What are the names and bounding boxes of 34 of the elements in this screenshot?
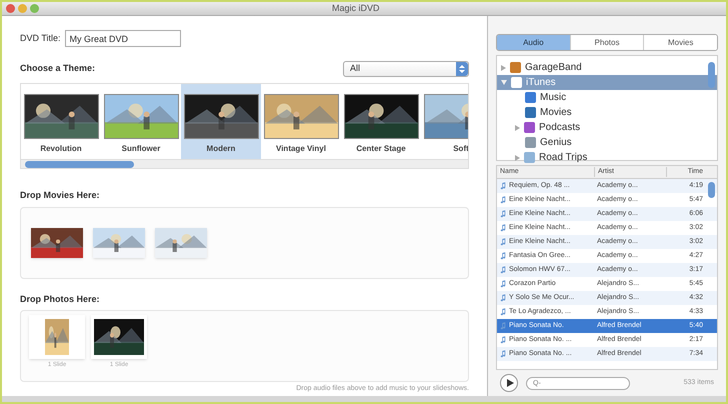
- close-button[interactable]: [6, 4, 15, 13]
- media-tab[interactable]: Photos: [570, 35, 644, 50]
- theme-name: Vintage Vinyl: [276, 143, 326, 155]
- source-item[interactable]: GarageBand: [497, 60, 717, 75]
- horizontal-scrollbar[interactable]: [21, 159, 468, 168]
- window-title: Magic iDVD: [332, 2, 380, 15]
- theme-name: Modern: [206, 143, 236, 155]
- media-tab[interactable]: Audio: [497, 35, 570, 50]
- vertical-scrollbar[interactable]: [708, 62, 715, 88]
- slide-card[interactable]: [91, 315, 147, 359]
- source-item[interactable]: Genius: [497, 135, 717, 150]
- play-button[interactable]: [500, 374, 518, 392]
- dvd-title-field[interactable]: My Great DVD: [64, 30, 181, 47]
- theme-filter-dropdown[interactable]: All: [343, 61, 469, 77]
- theme-name: Sunflower: [122, 143, 160, 155]
- source-item[interactable]: Road Trips: [497, 150, 717, 165]
- scrollbar-thumb[interactable]: [25, 160, 134, 168]
- section-heading: Drop Photos Here:: [20, 292, 101, 306]
- source-item[interactable]: Music: [497, 90, 717, 105]
- zoom-button[interactable]: [30, 4, 39, 13]
- dvd-title-label: DVD Title:: [20, 32, 61, 45]
- movie-drop-area[interactable]: [20, 206, 469, 278]
- vertical-scrollbar[interactable]: [708, 182, 715, 198]
- media-tab[interactable]: Movies: [643, 35, 717, 50]
- source-item[interactable]: Podcasts: [497, 120, 717, 135]
- section-heading: Choose a Theme:: [20, 62, 96, 76]
- stepper-arrows-icon: [456, 62, 468, 76]
- theme-item[interactable]: Modern: [181, 84, 261, 159]
- section-heading: Drop Movies Here:: [20, 189, 101, 202]
- minimize-button[interactable]: [18, 4, 27, 13]
- theme-name: Center Stage: [356, 143, 406, 155]
- theme-name: Revolution: [40, 143, 82, 155]
- play-icon: [506, 379, 514, 387]
- source-item[interactable]: Movies: [497, 105, 717, 120]
